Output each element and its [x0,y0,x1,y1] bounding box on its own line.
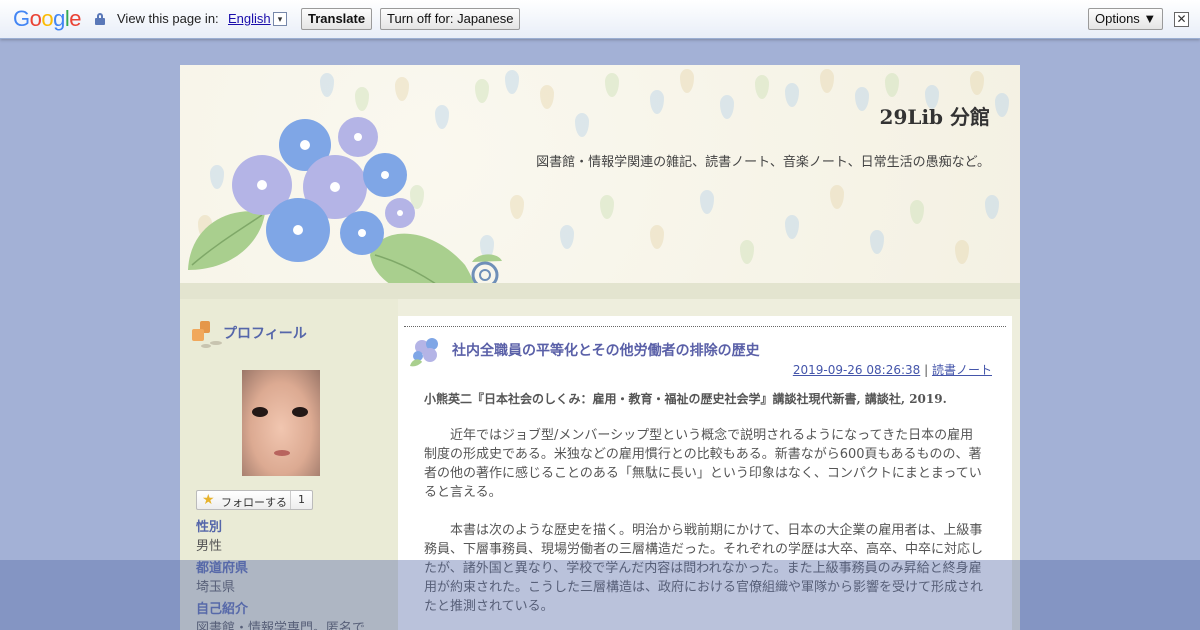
follow-label: フォローする [221,496,287,509]
meta-separator: | [924,363,929,377]
post-divider [404,326,1006,327]
header-divider [180,283,1020,299]
leaf-right [370,233,476,287]
hydrangea-illustration [188,117,502,287]
follow-count: 1 [290,491,312,509]
avatar [242,370,320,476]
star-icon: ★ [202,492,215,508]
profile-gender-label: 性別 [196,520,223,535]
blog-description: 図書館・情報学関連の雑記、読書ノート、音楽ノート、日常生活の愚痴など。 [536,155,990,170]
post-category-link[interactable]: 読書ノート [932,363,992,377]
profile-heading: プロフィール [223,326,307,342]
post-paragraph: 近年ではジョブ型/メンバーシップ型という概念で説明されるようになってきた日本の雇… [424,428,982,500]
blog-page: 29Lib 分館 図書館・情報学関連の雑記、読書ノート、音楽ノート、日常生活の愚… [180,65,1020,630]
translate-button[interactable]: Translate [301,8,373,30]
sidebar: プロフィール ★ フォローする 1 性別 男性 都道府県 埼玉県 自己紹介 図書… [180,299,398,630]
post-date-link[interactable]: 2019-09-26 08:26:38 [793,363,920,377]
profile-intro-value: 図書館・情報学専門。匿名で [196,621,366,630]
follow-button[interactable]: ★ フォローする 1 [196,490,313,510]
translate-bar: Google View this page in: English ▾ Tran… [0,0,1200,39]
leaf-left [188,211,265,270]
post-title[interactable]: 社内全職員の平等化とその他労働者の排除の歴史 [452,340,760,360]
profile-prefecture-label: 都道府県 [196,561,249,576]
profile-intro-label: 自己紹介 [196,602,249,617]
main-content: 社内全職員の平等化とその他労働者の排除の歴史 2019-09-26 08:26:… [398,316,1012,630]
google-logo: Google [13,6,82,31]
language-select[interactable]: English [228,11,271,26]
book-citation: 小熊英二『日本社会のしくみ：雇用・教育・福祉の歴史社会学』講談社現代新書, 講談… [424,392,947,406]
blog-header: 29Lib 分館 図書館・情報学関連の雑記、読書ノート、音楽ノート、日常生活の愚… [180,65,1020,287]
profile-gender-value: 男性 [196,539,223,554]
hydrangea-post-icon [410,338,438,367]
view-page-in-label: View this page in: [117,11,219,26]
profile-prefecture-value: 埼玉県 [196,580,236,595]
blog-title[interactable]: 29Lib 分館 [880,101,990,130]
post-paragraph: 本書は次のような歴史を描く。明治から戦前期にかけて、日本の大企業の雇用者は、上級… [424,523,984,614]
dropdown-arrow-icon[interactable]: ▾ [273,12,287,26]
close-icon[interactable]: ✕ [1174,12,1189,27]
options-button[interactable]: Options ▼ [1088,8,1164,30]
lock-icon [95,13,105,25]
post-meta: 2019-09-26 08:26:38 | 読書ノート [793,361,992,378]
turn-off-translation-button[interactable]: Turn off for: Japanese [380,8,521,30]
